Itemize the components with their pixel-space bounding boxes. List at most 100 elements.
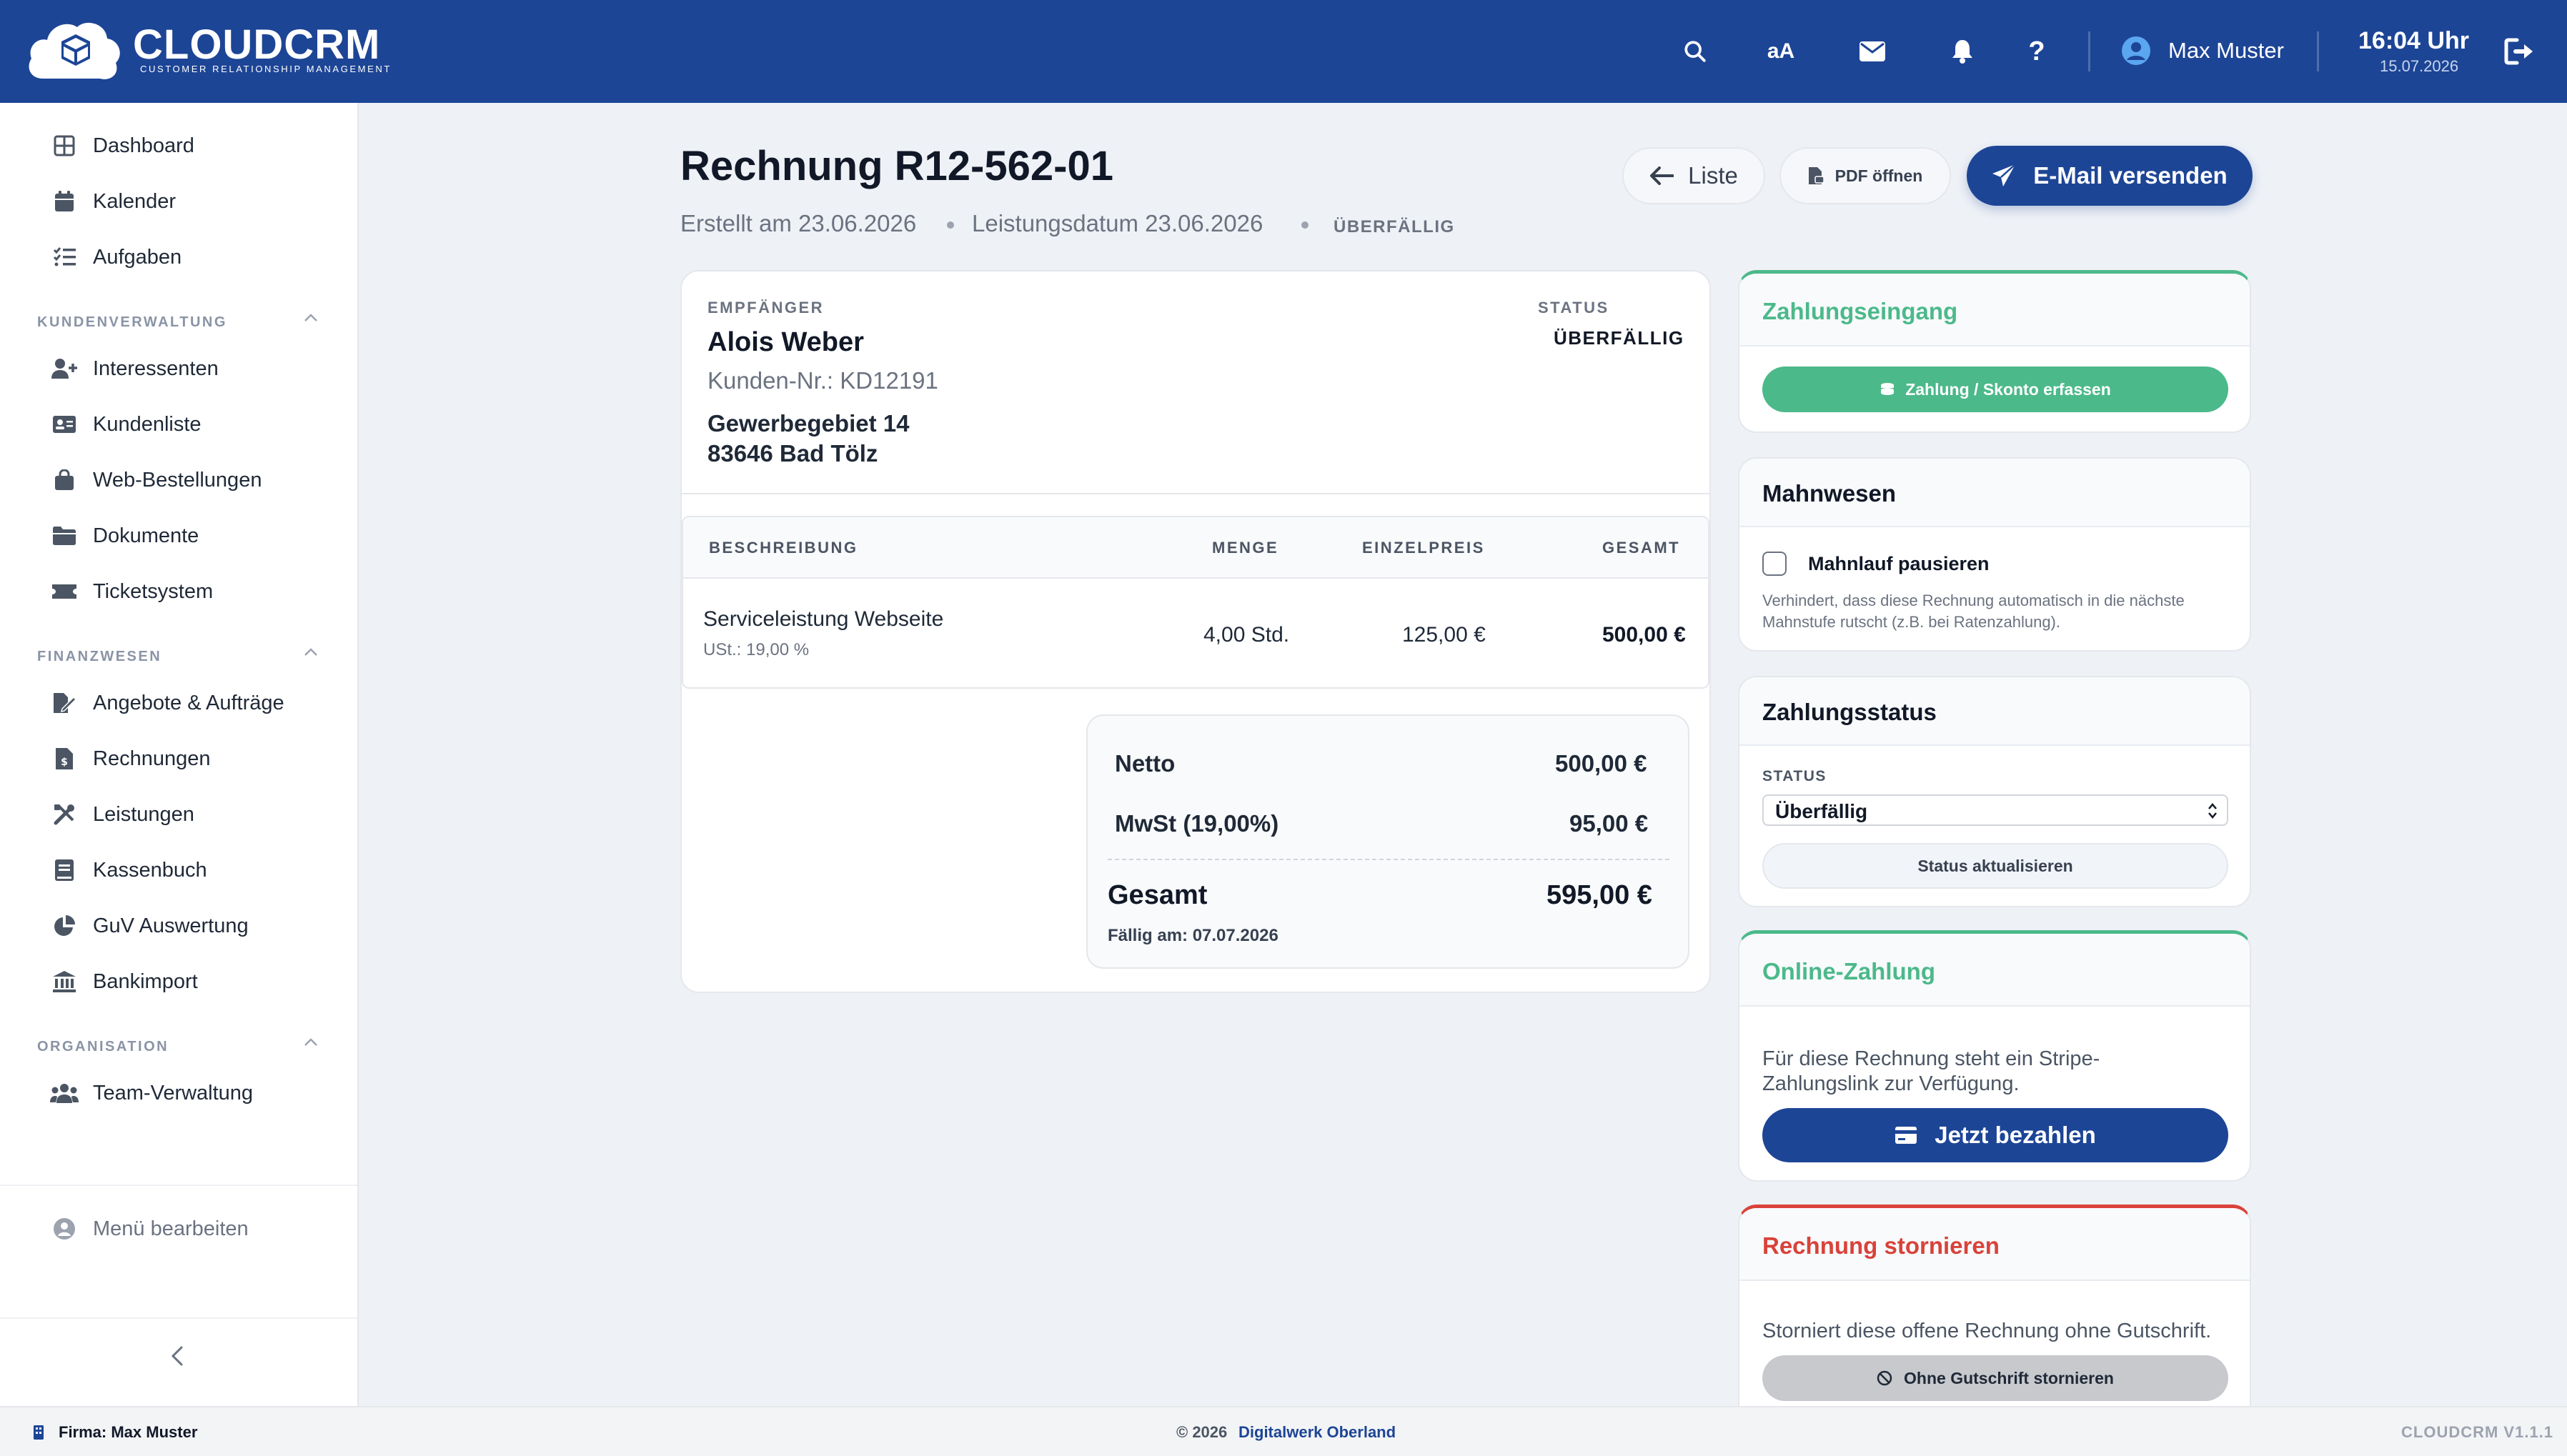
app-version: CLOUDCRM V1.1.1 [2401, 1423, 2554, 1441]
mail-icon[interactable] [1854, 33, 1891, 70]
invoice-card: EMPFÄNGER Alois Weber Kunden-Nr.: KD1219… [680, 270, 1711, 993]
sidebar-item-dashboard[interactable]: Dashboard [50, 130, 194, 161]
sidebar-item-label: Team-Verwaltung [93, 1081, 254, 1105]
logo-cloud-icon[interactable] [26, 17, 121, 89]
sidebar-item-ticketsystem[interactable]: Ticketsystem [50, 576, 213, 607]
payment-in-panel: Zahlungseingang Zahlung / Skonto erfasse… [1738, 270, 2251, 433]
status-badge: ÜBERFÄLLIG [1334, 217, 1455, 236]
sidebar-section-title[interactable]: FINANZWESEN [37, 649, 162, 665]
top-bar: CLOUDCRM CUSTOMER RELATIONSHIP MANAGEMEN… [0, 0, 2567, 103]
pie-chart-icon [50, 914, 79, 937]
dunning-panel: Mahnwesen Mahnlauf pausieren Verhindert,… [1738, 457, 2251, 652]
panel-title: Rechnung stornieren [1762, 1232, 2000, 1259]
recipient-street: Gewerbegebiet 14 [707, 410, 910, 437]
sidebar-item-interessenten[interactable]: Interessenten [50, 353, 219, 384]
collapse-sidebar-icon[interactable] [167, 1345, 187, 1367]
user-avatar-icon[interactable] [2121, 36, 2151, 66]
shopping-bag-icon [50, 469, 79, 491]
folder-icon [50, 526, 79, 546]
chevron-up-icon[interactable] [303, 1037, 319, 1047]
divider [2088, 31, 2090, 71]
recipient-caption: EMPFÄNGER [707, 299, 825, 316]
sidebar-item-rechnungen[interactable]: $ Rechnungen [50, 743, 210, 774]
sidebar-item-kalender[interactable]: Kalender [50, 186, 176, 217]
sidebar-item-team-verwaltung[interactable]: Team-Verwaltung [50, 1077, 253, 1109]
status-caption: STATUS [1538, 299, 1609, 316]
open-pdf-button[interactable]: PDF öffnen [1779, 147, 1951, 204]
email-label: E-Mail versenden [2033, 162, 2228, 189]
panel-title: Zahlungsstatus [1762, 699, 1937, 725]
back-to-list-button[interactable]: Liste [1622, 147, 1765, 204]
copyright-link[interactable]: Digitalwerk Oberland [1238, 1425, 1396, 1440]
online-payment-panel: Online-Zahlung Für diese Rechnung steht … [1738, 930, 2251, 1182]
totals-box: Netto 500,00 € MwSt (19,00%) 95,00 € Ges… [1086, 714, 1689, 969]
item-description: Serviceleistung Webseite [703, 607, 944, 631]
sidebar-item-label: Bankimport [93, 969, 198, 993]
pause-dunning-label[interactable]: Mahnlauf pausieren [1808, 554, 1990, 574]
vat-value: 95,00 € [1569, 810, 1649, 837]
sidebar-item-bankimport[interactable]: Bankimport [50, 966, 198, 997]
sidebar-item-angebote[interactable]: Angebote & Aufträge [50, 687, 284, 719]
pause-dunning-checkbox[interactable] [1762, 552, 1787, 576]
edit-menu-button[interactable]: Menü bearbeiten [50, 1213, 249, 1245]
chevron-up-icon[interactable] [303, 647, 319, 657]
sidebar-item-label: Aufgaben [93, 245, 182, 269]
item-unit-price: 125,00 € [1402, 623, 1486, 647]
due-date: Fällig am: 07.07.2026 [1108, 926, 1278, 945]
cancel-without-credit-button[interactable]: Ohne Gutschrift stornieren [1762, 1355, 2228, 1401]
panel-title: Online-Zahlung [1762, 958, 1935, 984]
svg-text:$: $ [61, 757, 68, 768]
send-email-button[interactable]: E-Mail versenden [1967, 146, 2253, 206]
sidebar-section-title[interactable]: KUNDENVERWALTUNG [37, 314, 227, 331]
pdf-label: PDF öffnen [1834, 166, 1923, 185]
column-header-description: BESCHREIBUNG [709, 539, 858, 557]
company-label: Firma: Max Muster [59, 1423, 198, 1441]
status-value: ÜBERFÄLLIG [1554, 327, 1684, 349]
update-status-button[interactable]: Status aktualisieren [1762, 843, 2228, 889]
status-select-caption: STATUS [1762, 768, 1827, 784]
sidebar-item-kundenliste[interactable]: Kundenliste [50, 409, 202, 440]
sidebar-item-label: Leistungen [93, 802, 194, 826]
chevron-up-icon[interactable] [303, 313, 319, 323]
sidebar-item-aufgaben[interactable]: Aufgaben [50, 241, 182, 273]
pdf-file-icon [1808, 166, 1824, 185]
sidebar-item-leistungen[interactable]: Leistungen [50, 799, 194, 830]
sidebar-item-guv[interactable]: GuV Auswertung [50, 910, 249, 942]
help-icon[interactable]: ? [2018, 33, 2055, 70]
sidebar-item-dokumente[interactable]: Dokumente [50, 520, 199, 552]
sidebar-item-kassenbuch[interactable]: Kassenbuch [50, 854, 207, 886]
sidebar-item-label: Interessenten [93, 356, 219, 380]
divider [682, 493, 1709, 494]
credit-card-icon [1895, 1126, 1917, 1145]
dunning-hint: Verhindert, dass diese Rechnung automati… [1762, 592, 2185, 631]
sidebar-item-label: Rechnungen [93, 747, 211, 770]
pay-now-button[interactable]: Jetzt bezahlen [1762, 1108, 2228, 1162]
payment-status-panel: Zahlungsstatus STATUS Überfällig Status … [1738, 676, 2251, 907]
logout-icon[interactable] [2504, 37, 2536, 66]
status-select[interactable]: Überfällig [1762, 794, 2228, 826]
bell-icon[interactable] [1944, 33, 1981, 70]
panel-title: Mahnwesen [1762, 480, 1897, 507]
search-icon[interactable] [1677, 33, 1714, 70]
user-name[interactable]: Max Muster [2168, 39, 2284, 61]
item-tax: USt.: 19,00 % [703, 640, 810, 659]
font-size-toggle[interactable]: aA [1762, 33, 1799, 70]
coins-icon [1880, 382, 1895, 397]
vat-label: MwSt (19,00%) [1115, 810, 1279, 837]
divider [0, 1317, 357, 1319]
clock-date: 15.07.2026 [2380, 57, 2459, 75]
items-table: BESCHREIBUNG MENGE EINZELPREIS GESAMT Se… [682, 516, 1709, 689]
paper-plane-icon [1992, 164, 2017, 188]
separator-dot [1301, 221, 1309, 229]
sidebar-section-title[interactable]: ORGANISATION [37, 1039, 169, 1055]
net-value: 500,00 € [1555, 750, 1647, 777]
sidebar-item-label: Angebote & Aufträge [93, 691, 284, 714]
sidebar-item-web-bestellungen[interactable]: Web-Bestellungen [50, 464, 262, 496]
recipient-city: 83646 Bad Tölz [707, 440, 878, 467]
brand-tagline: CUSTOMER RELATIONSHIP MANAGEMENT [140, 64, 392, 74]
page-title: Rechnung R12-562-01 [680, 143, 1113, 189]
gross-label: Gesamt [1108, 880, 1208, 910]
sidebar-item-label: Kalender [93, 189, 177, 213]
cancel-text: Storniert diese offene Rechnung ohne Gut… [1762, 1320, 2212, 1342]
record-payment-button[interactable]: Zahlung / Skonto erfassen [1762, 367, 2228, 412]
